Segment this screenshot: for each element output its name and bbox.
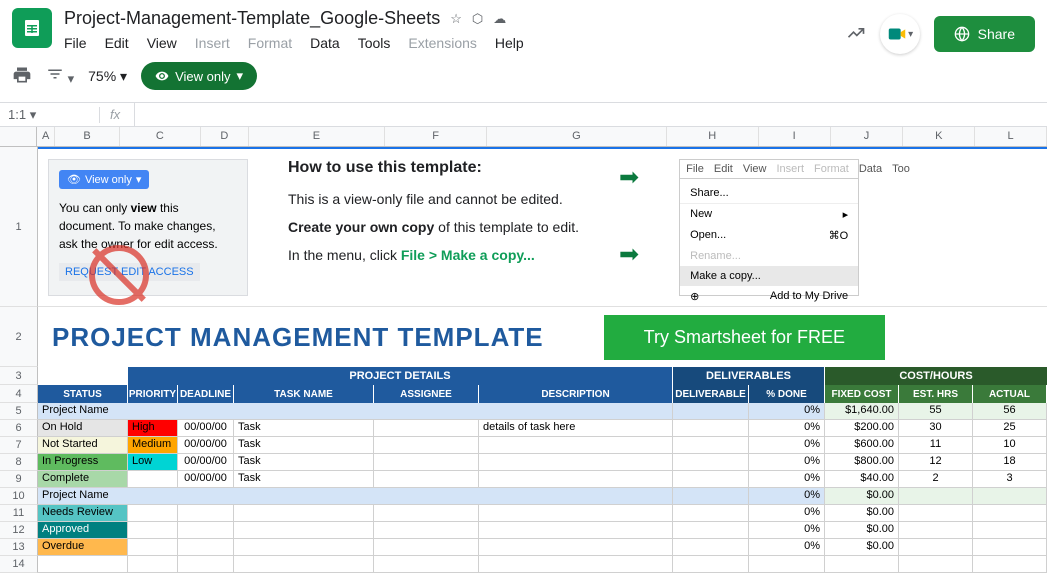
label-status[interactable]: STATUS [38,385,128,403]
table-row[interactable] [38,556,1047,573]
no-symbol-icon [89,245,149,305]
section-deliverables[interactable]: DELIVERABLES [673,367,825,385]
row-10[interactable]: 10 [0,488,38,505]
label-description[interactable]: DESCRIPTION [479,385,673,403]
zoom-level[interactable]: 75% ▾ [88,68,127,85]
section-headers: PROJECT DETAILS DELIVERABLES COST/HOURS [38,367,1047,385]
row-13[interactable]: 13 [0,539,38,556]
menu-extensions: Extensions [408,35,476,51]
row-6[interactable]: 6 [0,420,38,437]
print-icon[interactable] [12,65,32,88]
instructions-text: How to use this template: This is a view… [288,159,579,296]
label-priority[interactable]: PRIORITY [128,385,178,403]
table-row[interactable]: Overdue 0% $0.00 [38,539,1047,556]
col-j[interactable]: J [831,127,904,146]
arrow-icon: ➡ [619,240,639,269]
row-7[interactable]: 7 [0,437,38,454]
row-headers: 1 2 3 4 5 6 7 8 9 10 11 12 13 14 [0,147,38,573]
col-c[interactable]: C [120,127,201,146]
menu-format: Format [248,35,292,51]
move-icon[interactable]: ⬡ [472,11,483,27]
col-a[interactable]: A [37,127,55,146]
table-row[interactable]: Project Name 0% $0.00 [38,488,1047,505]
row-14[interactable]: 14 [0,556,38,573]
label-deliverable[interactable]: DELIVERABLE [673,385,749,403]
view-only-card: 👁 View only ▾ You can only view this doc… [48,159,248,296]
meet-button[interactable]: ▾ [880,14,920,54]
table-row[interactable]: Project Name 0% $1,640.00 55 56 [38,403,1047,420]
col-e[interactable]: E [249,127,385,146]
name-box[interactable]: 1:1 ▾ [0,107,100,123]
col-d[interactable]: D [201,127,249,146]
section-details[interactable]: PROJECT DETAILS [128,367,673,385]
table-row[interactable]: Needs Review 0% $0.00 [38,505,1047,522]
label-fixed[interactable]: FIXED COST [825,385,899,403]
instructions-row[interactable]: 👁 View only ▾ You can only view this doc… [38,147,1047,307]
section-cost[interactable]: COST/HOURS [825,367,1047,385]
col-i[interactable]: I [759,127,831,146]
menu-screenshot: File Edit View Insert Format Data Too Sh… [679,159,859,296]
column-labels: STATUS PRIORITY DEADLINE TASK NAME ASSIG… [38,385,1047,403]
row-2[interactable]: 2 [0,307,38,367]
menu-help[interactable]: Help [495,35,524,51]
row-4[interactable]: 4 [0,385,38,403]
label-actual[interactable]: ACTUAL [973,385,1047,403]
col-h[interactable]: H [667,127,759,146]
table-row[interactable]: In Progress Low 00/00/00 Task 0% $800.00… [38,454,1047,471]
star-icon[interactable]: ☆ [450,11,462,27]
view-only-button[interactable]: View only ▾ [141,62,257,90]
activity-icon[interactable] [846,23,866,46]
table-row[interactable]: Not Started Medium 00/00/00 Task 0% $600… [38,437,1047,454]
label-hrs[interactable]: EST. HRS [899,385,973,403]
row-11[interactable]: 11 [0,505,38,522]
label-task[interactable]: TASK NAME [234,385,374,403]
cloud-status-icon[interactable]: ☁ [493,11,506,27]
arrow-icon: ➡ [619,163,639,192]
menu-edit[interactable]: Edit [105,35,129,51]
col-b[interactable]: B [55,127,119,146]
table-row[interactable]: On Hold High 00/00/00 Task details of ta… [38,420,1047,437]
table-row[interactable]: Complete 00/00/00 Task 0% $40.00 2 3 [38,471,1047,488]
row-9[interactable]: 9 [0,471,38,488]
menu-view[interactable]: View [147,35,177,51]
row-1[interactable]: 1 [0,147,38,307]
row-3[interactable]: 3 [0,367,38,385]
table-row[interactable]: Approved 0% $0.00 [38,522,1047,539]
fx-label: fx [100,107,130,122]
col-l[interactable]: L [975,127,1047,146]
menu-bar: File Edit View Insert Format Data Tools … [64,35,846,51]
view-only-badge: 👁 View only ▾ [59,170,149,189]
document-title[interactable]: Project-Management-Template_Google-Sheet… [64,8,440,29]
title-cell[interactable]: PROJECT MANAGEMENT TEMPLATE Try Smartshe… [38,307,1047,367]
share-button[interactable]: Share [934,16,1035,52]
col-g[interactable]: G [487,127,666,146]
filter-icon[interactable]: ▾ [46,65,74,87]
try-smartsheet-button[interactable]: Try Smartsheet for FREE [604,315,885,360]
menu-insert: Insert [195,35,230,51]
column-headers: A B C D E F G H I J K L [0,127,1047,147]
sheets-logo[interactable] [12,8,52,48]
label-done[interactable]: % DONE [749,385,825,403]
template-title: PROJECT MANAGEMENT TEMPLATE [52,322,544,353]
col-f[interactable]: F [385,127,487,146]
row-12[interactable]: 12 [0,522,38,539]
menu-data[interactable]: Data [310,35,340,51]
label-deadline[interactable]: DEADLINE [178,385,234,403]
label-assignee[interactable]: ASSIGNEE [374,385,479,403]
share-label: Share [978,26,1015,42]
row-8[interactable]: 8 [0,454,38,471]
col-k[interactable]: K [903,127,975,146]
menu-tools[interactable]: Tools [358,35,391,51]
row-5[interactable]: 5 [0,403,38,420]
instructions-heading: How to use this template: [288,159,579,177]
menu-file[interactable]: File [64,35,87,51]
